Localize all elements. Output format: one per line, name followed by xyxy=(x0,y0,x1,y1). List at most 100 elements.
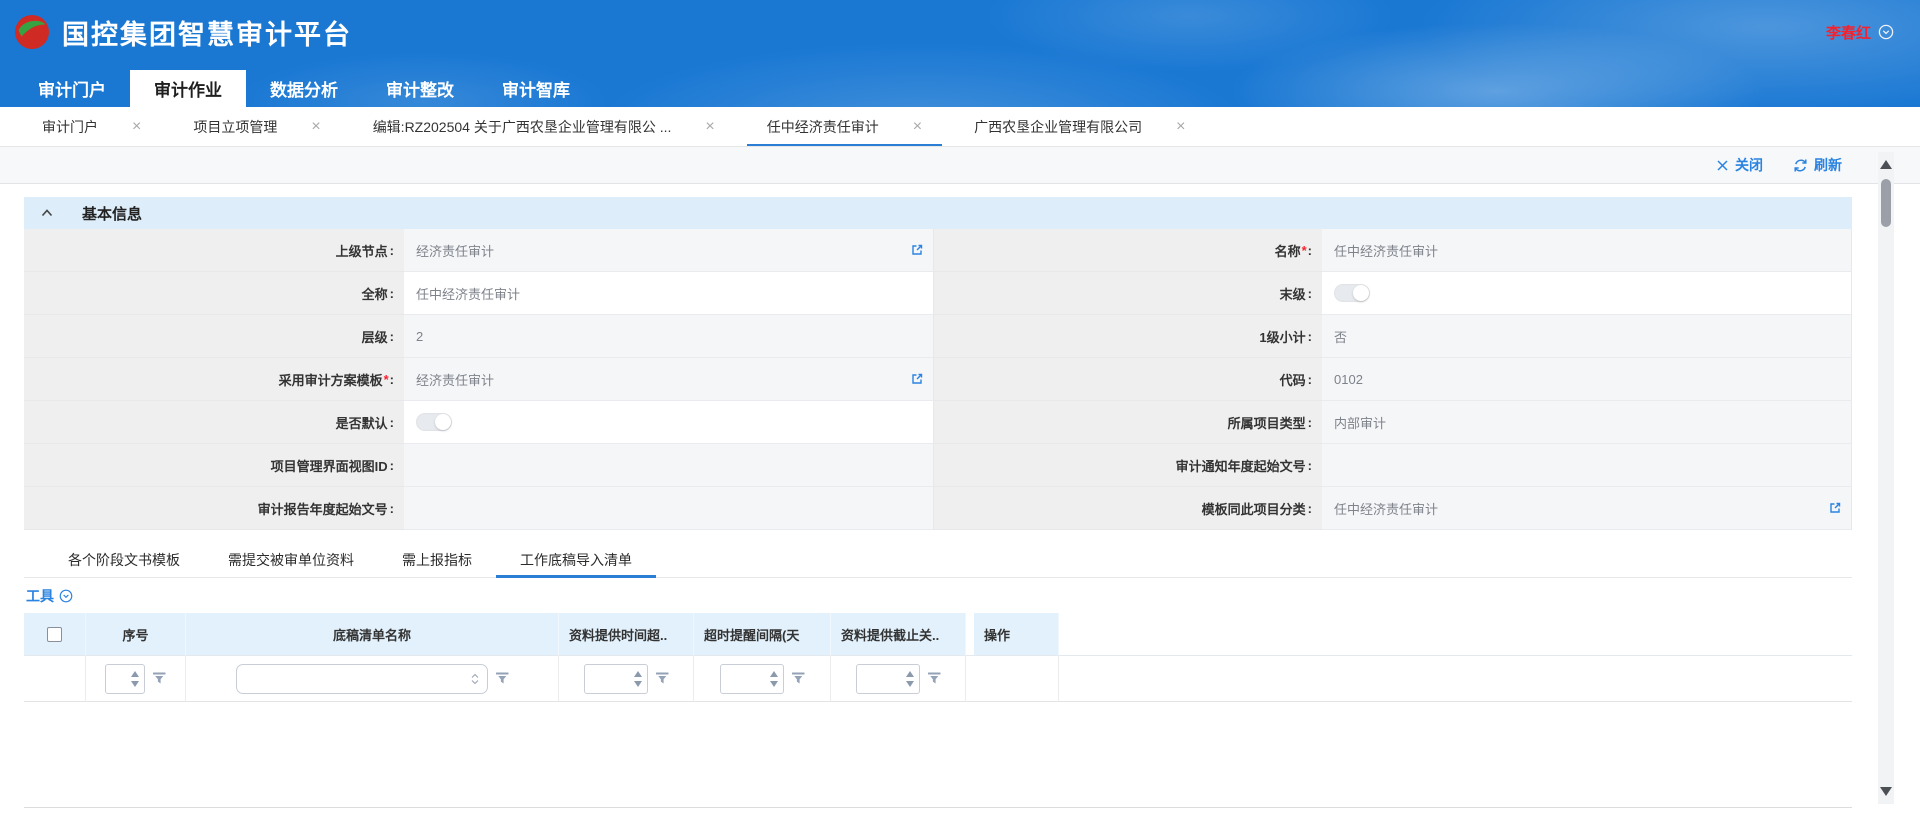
close-icon[interactable]: × xyxy=(705,119,714,135)
field-label-template-category: 模板同此项目分类: xyxy=(934,487,1322,530)
label-text: 层级 xyxy=(362,327,388,346)
scrollbar-thumb[interactable] xyxy=(1881,179,1891,227)
field-label-level: 层级: xyxy=(24,315,404,358)
close-icon[interactable]: × xyxy=(132,119,141,135)
external-link-icon[interactable] xyxy=(910,372,924,386)
external-link-icon[interactable] xyxy=(910,243,924,257)
select-all-checkbox[interactable] xyxy=(47,627,62,642)
filter-cell-actions xyxy=(974,656,1059,702)
tab-workpaper-import-list[interactable]: 工作底稿导入清单 xyxy=(496,542,656,577)
filter-funnel-icon[interactable] xyxy=(928,672,941,685)
tab-required-materials[interactable]: 需提交被审单位资料 xyxy=(204,542,378,577)
field-value-full-name: 任中经济责任审计 xyxy=(404,272,934,315)
field-label-full-name: 全称: xyxy=(24,272,404,315)
field-value-text: 内部审计 xyxy=(1334,413,1386,432)
field-value-view-id xyxy=(404,444,934,487)
user-name: 李春红 xyxy=(1826,22,1871,43)
seq-filter-input[interactable] xyxy=(105,664,145,694)
nav-tab-audit-rectify[interactable]: 审计整改 xyxy=(362,70,478,107)
nav-tab-audit-knowledge[interactable]: 审计智库 xyxy=(478,70,594,107)
label-text: 是否默认 xyxy=(336,413,388,432)
spinner-up-icon[interactable] xyxy=(131,671,139,677)
sub-tab-label: 工作底稿导入清单 xyxy=(520,550,632,570)
scroll-up-arrow-icon[interactable] xyxy=(1880,160,1892,169)
close-x-icon xyxy=(1716,159,1729,172)
label-colon: : xyxy=(1308,458,1312,473)
filter-funnel-icon[interactable] xyxy=(153,672,166,685)
close-icon[interactable]: × xyxy=(913,119,922,135)
brand-bar: 国控集团智慧审计平台 李春红 xyxy=(0,0,1920,64)
spinner-down-icon[interactable] xyxy=(770,681,778,687)
chevron-down-circle-icon[interactable] xyxy=(59,589,73,603)
field-label-parent-node: 上级节点: xyxy=(24,229,404,272)
scroll-down-arrow-icon[interactable] xyxy=(1880,787,1892,796)
material-time-over-filter-input[interactable] xyxy=(584,664,648,694)
filter-funnel-icon[interactable] xyxy=(496,672,509,685)
filter-cell-workpaper-name xyxy=(186,656,559,702)
table-header-row: 序号 底稿清单名称 资料提供时间超.. 超时提醒间隔(天 资料提供截止关.. 操… xyxy=(24,613,1852,656)
spinner-up-icon[interactable] xyxy=(634,671,642,677)
doc-tab-edit-rz202504[interactable]: 编辑:RZ202504 关于广西农垦企业管理有限公 ... × xyxy=(347,107,741,146)
tab-report-indicators[interactable]: 需上报指标 xyxy=(378,542,496,577)
doc-tab-incumbency-audit[interactable]: 任中经济责任审计 × xyxy=(741,107,948,146)
nav-tab-label: 审计智库 xyxy=(502,76,570,101)
field-value-text: 任中经济责任审计 xyxy=(1334,499,1438,518)
material-deadline-filter-input[interactable] xyxy=(856,664,920,694)
tools-menu-button[interactable]: 工具 xyxy=(26,586,54,606)
vertical-scrollbar[interactable] xyxy=(1878,152,1894,804)
close-icon[interactable]: × xyxy=(1176,119,1185,135)
basic-info-section-header[interactable]: 基本信息 xyxy=(24,197,1852,229)
is-default-toggle[interactable] xyxy=(416,413,452,431)
toggle-knob xyxy=(1353,285,1369,301)
refresh-page-label: 刷新 xyxy=(1814,155,1842,175)
close-page-button[interactable]: 关闭 xyxy=(1716,155,1763,175)
tab-stage-documents[interactable]: 各个阶段文书模板 xyxy=(44,542,204,577)
spinner-down-icon[interactable] xyxy=(634,681,642,687)
label-text: 代码 xyxy=(1280,370,1306,389)
nav-tab-data-analysis[interactable]: 数据分析 xyxy=(246,70,362,107)
refresh-page-button[interactable]: 刷新 xyxy=(1793,155,1842,175)
doc-tab-audit-portal[interactable]: 审计门户 × xyxy=(16,107,167,146)
field-label-report-doc-no: 审计报告年度起始文号: xyxy=(24,487,404,530)
field-value-text: 经济责任审计 xyxy=(416,241,494,260)
field-label-name: 名称*: xyxy=(934,229,1322,272)
field-value-template-category: 任中经济责任审计 xyxy=(1322,487,1852,530)
nav-tab-audit-work[interactable]: 审计作业 xyxy=(130,70,246,107)
label-text: 所属项目类型 xyxy=(1228,413,1306,432)
spinner-down-icon[interactable] xyxy=(131,681,139,687)
external-link-icon[interactable] xyxy=(1828,501,1842,515)
filter-funnel-icon[interactable] xyxy=(656,672,669,685)
filter-filler xyxy=(1059,656,1852,702)
spinner-down-icon[interactable] xyxy=(906,681,914,687)
nav-tab-label: 数据分析 xyxy=(270,76,338,101)
detail-tab-bar: 各个阶段文书模板 需提交被审单位资料 需上报指标 工作底稿导入清单 xyxy=(24,542,1852,578)
spinner-up-icon[interactable] xyxy=(906,671,914,677)
required-mark: * xyxy=(1302,243,1307,258)
label-text: 模板同此项目分类 xyxy=(1202,499,1306,518)
sub-tab-label: 需提交被审单位资料 xyxy=(228,550,354,570)
column-divider xyxy=(966,613,974,656)
filter-funnel-icon[interactable] xyxy=(792,672,805,685)
nav-tab-audit-portal[interactable]: 审计门户 xyxy=(14,70,130,107)
close-icon[interactable]: × xyxy=(311,119,320,135)
label-text: 审计报告年度起始文号 xyxy=(258,499,388,518)
leaf-level-toggle[interactable] xyxy=(1334,284,1370,302)
col-header-seq: 序号 xyxy=(86,613,186,656)
timeout-interval-filter-input[interactable] xyxy=(720,664,784,694)
label-colon: : xyxy=(390,372,394,387)
field-label-project-type: 所属项目类型: xyxy=(934,401,1322,444)
basic-info-form: 上级节点: 经济责任审计 名称*: 任中经济责任审计 全称: 任中经济责任审计 … xyxy=(24,229,1852,530)
field-label-level1-subtotal: 1级小计: xyxy=(934,315,1322,358)
col-header-material-deadline: 资料提供截止关.. xyxy=(831,613,966,656)
doc-tab-project-init[interactable]: 项目立项管理 × xyxy=(167,107,346,146)
field-value-text: 0102 xyxy=(1334,372,1363,387)
filter-cell-material-time-over xyxy=(559,656,694,702)
doc-tab-guangxi-company[interactable]: 广西农垦企业管理有限公司 × xyxy=(948,107,1211,146)
user-menu[interactable]: 李春红 xyxy=(1826,22,1894,43)
collapse-caret-icon xyxy=(40,207,54,219)
workpaper-name-filter-select[interactable] xyxy=(236,664,488,694)
doc-tab-label: 项目立项管理 xyxy=(193,117,277,137)
filter-cell-timeout-interval xyxy=(694,656,831,702)
spinner-up-icon[interactable] xyxy=(770,671,778,677)
toggle-knob xyxy=(435,414,451,430)
